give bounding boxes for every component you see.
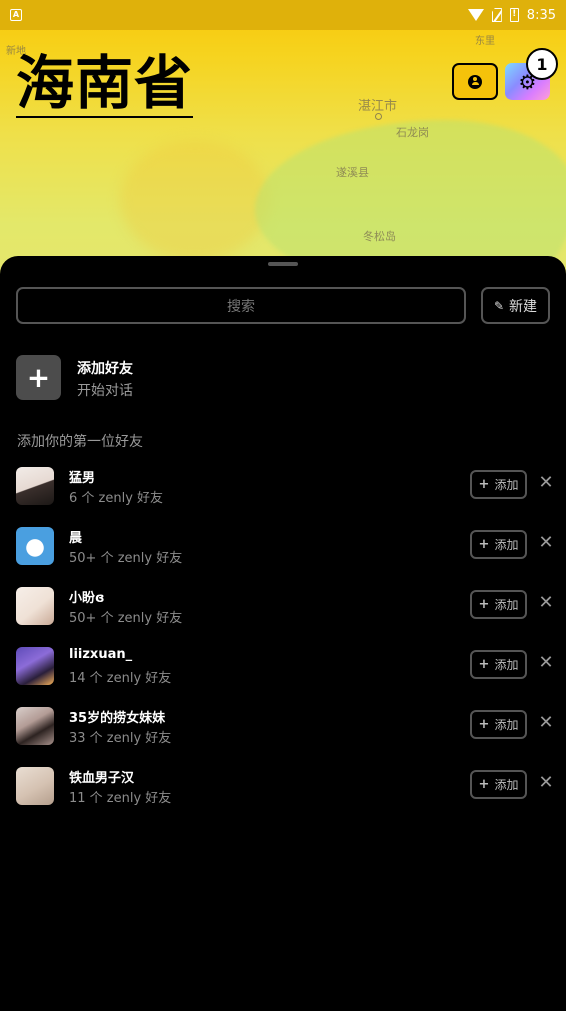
wifi-icon <box>467 9 484 21</box>
friend-name: 晨 <box>69 531 83 546</box>
map-place-label: 东里 <box>475 36 495 47</box>
add-friend-subtitle: 开始对话 <box>77 383 133 399</box>
avatar[interactable] <box>16 767 54 805</box>
map-terrain <box>120 140 270 260</box>
profile-button[interactable] <box>452 63 498 100</box>
plus-icon: + <box>16 355 61 400</box>
plus-icon: + <box>478 657 490 672</box>
avatar[interactable] <box>16 527 54 565</box>
friend-suggestion-row: 35岁的捞女妹妹 33 个 zenly 好友 + 添加 ✕ <box>0 707 566 747</box>
friend-name: liizxuan_ <box>69 647 133 662</box>
map-place-marker <box>375 113 382 120</box>
add-button-label: 添加 <box>494 538 519 552</box>
plus-icon: + <box>478 537 490 552</box>
plus-icon: + <box>478 717 490 732</box>
avatar[interactable] <box>16 467 54 505</box>
map-place-label: 石龙岗 <box>396 126 429 139</box>
add-friend-button[interactable]: + 添加 <box>470 770 527 799</box>
map-place-label: 湛江市 <box>358 99 398 114</box>
status-bar: A ! 8:35 <box>0 0 566 30</box>
friend-count: 11 个 zenly 好友 <box>69 791 172 806</box>
add-friend-button[interactable]: + 添加 <box>470 650 527 679</box>
add-button-label: 添加 <box>494 598 519 612</box>
new-button[interactable]: ✎ 新建 <box>481 287 550 324</box>
add-button-label: 添加 <box>494 658 519 672</box>
map-place-label: 遂溪县 <box>336 166 369 179</box>
close-icon[interactable]: ✕ <box>537 652 555 674</box>
plus-icon: + <box>478 477 490 492</box>
bottom-sheet: 搜索 ✎ 新建 + 添加好友 开始对话 添加你的第一位好友 猛男 6 个 zen… <box>0 256 566 1011</box>
notification-badge: 1 <box>526 48 558 80</box>
avatar[interactable] <box>16 707 54 745</box>
plus-icon: + <box>478 597 490 612</box>
friend-name: 小盼ɞ <box>69 591 105 606</box>
friend-suggestion-row: 晨 50+ 个 zenly 好友 + 添加 ✕ <box>0 527 566 567</box>
add-button-label: 添加 <box>494 478 519 492</box>
add-friend-button[interactable]: + 添加 <box>470 590 527 619</box>
close-icon[interactable]: ✕ <box>537 592 555 614</box>
notification-icon: A <box>10 9 22 21</box>
friend-count: 50+ 个 zenly 好友 <box>69 551 183 566</box>
close-icon[interactable]: ✕ <box>537 472 555 494</box>
close-icon[interactable]: ✕ <box>537 712 555 734</box>
add-button-label: 添加 <box>494 778 519 792</box>
friend-name: 35岁的捞女妹妹 <box>69 711 166 726</box>
friend-count: 14 个 zenly 好友 <box>69 671 172 686</box>
friend-suggestion-row: 猛男 6 个 zenly 好友 + 添加 ✕ <box>0 467 566 507</box>
search-input[interactable]: 搜索 <box>16 287 466 324</box>
map-place-label: 冬松岛 <box>363 230 396 243</box>
friend-name: 猛男 <box>69 471 96 486</box>
region-title: 海南省 <box>16 49 194 118</box>
friend-name: 铁血男子汉 <box>69 771 135 786</box>
add-friend-item[interactable]: + 添加好友 开始对话 <box>16 355 550 400</box>
close-icon[interactable]: ✕ <box>537 532 555 554</box>
friend-count: 50+ 个 zenly 好友 <box>69 611 183 626</box>
section-header: 添加你的第一位好友 <box>17 434 143 450</box>
no-sim-icon <box>491 8 502 22</box>
add-friend-button[interactable]: + 添加 <box>470 470 527 499</box>
friend-count: 6 个 zenly 好友 <box>69 491 164 506</box>
friend-suggestion-row: liizxuan_ 14 个 zenly 好友 + 添加 ✕ <box>0 647 566 687</box>
friend-count: 33 个 zenly 好友 <box>69 731 172 746</box>
add-friend-title: 添加好友 <box>77 361 133 377</box>
status-time: 8:35 <box>526 7 556 23</box>
add-button-label: 添加 <box>494 718 519 732</box>
friend-suggestion-row: 铁血男子汉 11 个 zenly 好友 + 添加 ✕ <box>0 767 566 807</box>
battery-icon: ! <box>509 8 519 22</box>
sheet-drag-handle[interactable] <box>268 262 298 266</box>
map-view[interactable]: 湛江市 石龙岗 遂溪县 冬松岛 东里 新地 <box>0 0 566 300</box>
avatar[interactable] <box>16 587 54 625</box>
add-friend-button[interactable]: + 添加 <box>470 710 527 739</box>
avatar[interactable] <box>16 647 54 685</box>
close-icon[interactable]: ✕ <box>537 772 555 794</box>
search-placeholder: 搜索 <box>227 298 255 315</box>
add-friend-button[interactable]: + 添加 <box>470 530 527 559</box>
pencil-icon: ✎ <box>493 298 505 313</box>
profile-icon <box>468 74 482 89</box>
new-button-label: 新建 <box>509 298 538 315</box>
friend-suggestion-row: 小盼ɞ 50+ 个 zenly 好友 + 添加 ✕ <box>0 587 566 627</box>
plus-icon: + <box>478 777 490 792</box>
